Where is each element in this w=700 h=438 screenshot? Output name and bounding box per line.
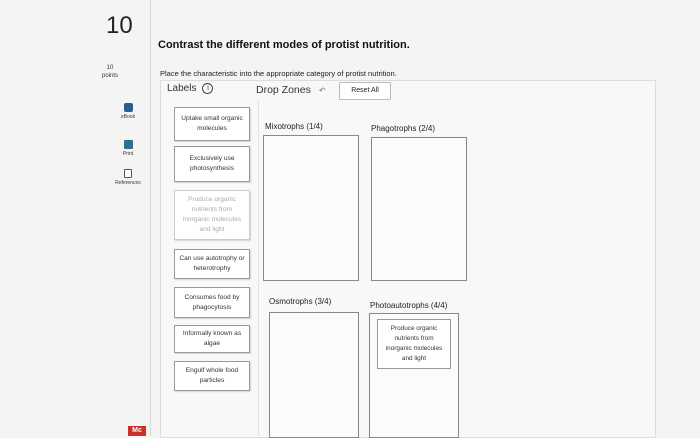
references-button[interactable]: References xyxy=(112,169,144,186)
printer-icon xyxy=(123,140,133,149)
labels-header: Labels i xyxy=(167,83,214,94)
book-icon xyxy=(123,103,133,112)
dropzone-phagotrophs[interactable] xyxy=(371,137,467,281)
document-icon xyxy=(124,169,132,178)
dropzones-title: Drop Zones xyxy=(256,84,311,96)
label-card-autotrophy[interactable]: Can use autotrophy or heterotrophy xyxy=(174,249,250,279)
placed-card-produce-organic[interactable]: Produce organic nutrients from inorganic… xyxy=(377,319,451,369)
dropzones-header: Drop Zones ↶ xyxy=(256,84,326,96)
dropzone-osmotrophs[interactable] xyxy=(269,312,359,438)
column-divider xyxy=(258,101,259,436)
ebook-label: eBook xyxy=(120,114,136,120)
info-icon[interactable]: i xyxy=(202,83,214,94)
points-value: 10 xyxy=(106,65,114,71)
label-card-uptake[interactable]: Uptake small organic molecules xyxy=(174,107,250,141)
label-card-photosynthesis[interactable]: Exclusively use photosynthesis xyxy=(174,146,250,182)
undo-icon[interactable]: ↶ xyxy=(319,86,326,95)
reset-all-button[interactable]: Reset All xyxy=(339,82,391,100)
points-display: 10 points xyxy=(100,64,120,80)
zone-title-mixotrophs: Mixotrophs (1/4) xyxy=(265,122,323,131)
label-card-produce-organic[interactable]: Produce organic nutrients from inorganic… xyxy=(174,190,250,240)
label-card-engulf[interactable]: Engulf whole food particles xyxy=(174,361,250,391)
sidebar-divider xyxy=(150,0,151,436)
question-number: 10 xyxy=(106,12,133,39)
question-title: Contrast the different modes of protist … xyxy=(158,39,410,51)
print-label: Print xyxy=(122,151,134,157)
ebook-button[interactable]: eBook xyxy=(112,103,144,120)
label-card-phagocytosis[interactable]: Consumes food by phagocytosis xyxy=(174,287,250,318)
dropzone-mixotrophs[interactable] xyxy=(263,135,359,281)
print-button[interactable]: Print xyxy=(112,140,144,157)
zone-title-phagotrophs: Phagotrophs (2/4) xyxy=(371,124,436,133)
label-card-algae[interactable]: Informally known as algae xyxy=(174,325,250,353)
zone-title-osmotrophs: Osmotrophs (3/4) xyxy=(269,297,332,306)
instructions: Place the characteristic into the approp… xyxy=(160,69,397,78)
labels-title: Labels xyxy=(167,83,197,94)
references-label: References xyxy=(115,180,141,186)
zone-title-photoautotrophs: Photoautotrophs (4/4) xyxy=(370,301,448,310)
mcgraw-hill-logo: Mc xyxy=(128,426,146,436)
points-label: points xyxy=(101,73,118,79)
